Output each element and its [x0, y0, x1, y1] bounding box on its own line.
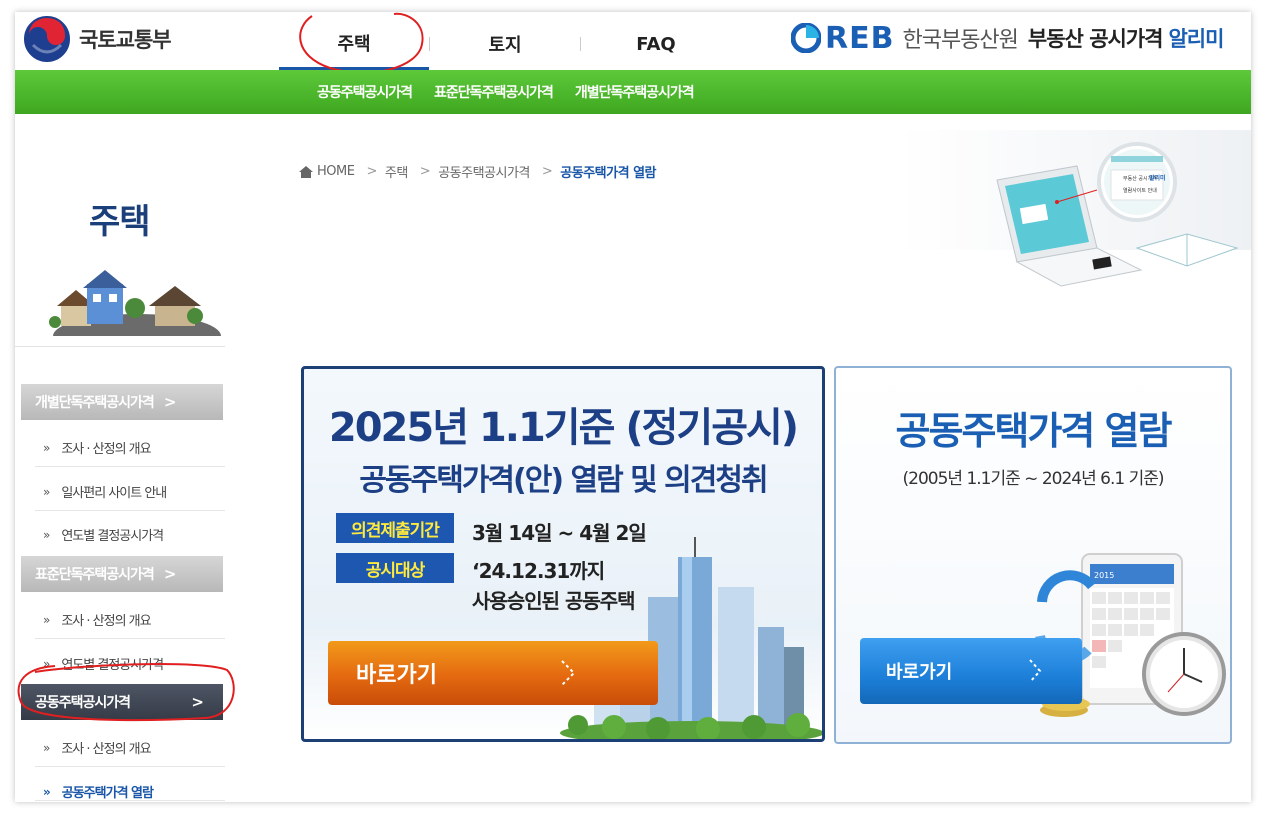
header: 국토교통부 주택 토지 FAQ REB 한국부동산원 부동산 공시가격 알리미 — [15, 12, 1251, 74]
notice-title: 2025년 1.1기준 (정기공시) — [328, 405, 799, 451]
breadcrumb-current: 공동주택가격 열람 — [560, 166, 656, 181]
sidebar-item-survey-overview[interactable]: » 조사 · 산정의 개요 — [43, 610, 152, 630]
subnav-individual-house-price[interactable]: 개별단독주택공시가격 — [575, 82, 695, 102]
sidebar-item-label: 일사편리 사이트 안내 — [61, 486, 167, 501]
bullet-icon: » — [43, 656, 50, 671]
sidebar-group-individual-house[interactable]: 개별단독주택공시가격 > — [21, 384, 223, 420]
sidebar-group-standard-house[interactable]: 표준단독주택공시가격 > — [21, 556, 223, 592]
sidebar-title: 주택 — [89, 202, 151, 242]
sidebar-group-label: 표준단독주택공시가격 — [35, 567, 155, 583]
notice-go-button-label: 바로가기 — [356, 663, 437, 688]
breadcrumb: HOME > 주택 > 공동주택공시가격 > 공동주택가격 열람 — [299, 162, 656, 181]
notice-go-button[interactable]: 바로가기 — [328, 641, 658, 705]
view-go-button[interactable]: 바로가기 — [860, 638, 1082, 704]
bullet-icon: » — [43, 784, 51, 799]
chevron-right-icon: > — [191, 693, 204, 711]
reb-org-name: 한국부동산원 — [902, 28, 1018, 53]
sidebar-item-label: 조사 · 산정의 개요 — [61, 742, 151, 757]
ministry-name: 국토교통부 — [79, 28, 172, 52]
bullet-icon: » — [43, 612, 50, 627]
reb-letters: REB — [825, 20, 895, 56]
service-title: 부동산 공시가격 — [1027, 27, 1164, 51]
chevron-right-icon — [1029, 659, 1042, 683]
sidebar-item-label: 연도별 결정공시가격 — [61, 658, 164, 673]
chevron-right-icon: > — [163, 565, 177, 583]
city-buildings-illustration — [560, 537, 822, 739]
bullet-icon: » — [43, 527, 50, 542]
sidebar-separator — [35, 510, 225, 511]
chevron-right-icon: > — [163, 393, 177, 411]
sidebar-item-yearly-price[interactable]: » 연도별 결정공시가격 — [43, 525, 164, 545]
bullet-icon: » — [43, 440, 50, 455]
breadcrumb-home[interactable]: HOME — [317, 164, 355, 179]
reb-brand[interactable]: REB 한국부동산원 부동산 공시가격 알리미 — [791, 18, 1224, 58]
label-period: 의견제출기간 — [336, 513, 454, 543]
sidebar-item-yearly-price[interactable]: » 연도별 결정공시가격 — [43, 654, 164, 674]
main-nav: 주택 토지 FAQ — [279, 12, 731, 70]
laptop-screen-guide: 열람사이트 안내 — [1123, 187, 1157, 194]
breadcrumb-apartment-price[interactable]: 공동주택공시가격 — [438, 162, 530, 181]
bullet-icon: » — [43, 740, 50, 755]
view-go-button-label: 바로가기 — [886, 662, 953, 683]
reb-logo-icon — [791, 23, 821, 53]
breadcrumb-separator: > — [419, 164, 431, 179]
label-target: 공시대상 — [336, 553, 454, 583]
breadcrumb-separator: > — [541, 164, 553, 179]
sidebar-separator — [35, 766, 225, 767]
sidebar-item-label: 공동주택가격 열람 — [61, 786, 154, 801]
nav-tab-housing[interactable]: 주택 — [279, 12, 429, 70]
calendar-year: 2015 — [1094, 571, 1114, 580]
sidebar-item-ilsa-site[interactable]: » 일사편리 사이트 안내 — [43, 482, 167, 502]
sidebar-separator — [35, 800, 225, 801]
page-frame: 국토교통부 주택 토지 FAQ REB 한국부동산원 부동산 공시가격 알리미 … — [15, 12, 1251, 802]
chevron-right-icon — [561, 660, 576, 686]
sidebar-divider — [15, 346, 225, 347]
nav-tab-faq[interactable]: FAQ — [581, 12, 731, 70]
service-app-name: 알리미 — [1168, 27, 1224, 51]
subnav-standard-house-price[interactable]: 표준단독주택공시가격 — [434, 82, 554, 102]
sidebar-group-apartment-price[interactable]: 공동주택공시가격 > — [21, 684, 223, 720]
view-card: 공동주택가격 열람 (2005년 1.1기준 ~ 2024년 6.1 기준) 2… — [834, 366, 1232, 744]
sidebar: 주택 개별단독주택공시가격 > » 조사 · 산정의 개요 » 일사편리 사이트… — [15, 114, 235, 802]
bullet-icon: » — [43, 484, 50, 499]
houses-illustration — [49, 270, 221, 336]
nav-tab-land[interactable]: 토지 — [430, 12, 580, 70]
sidebar-separator — [35, 466, 225, 467]
taegeuk-logo-icon — [24, 16, 70, 62]
breadcrumb-housing[interactable]: 주택 — [385, 162, 408, 181]
sidebar-separator — [35, 638, 225, 639]
ministry-logo[interactable]: 국토교통부 — [23, 16, 172, 62]
sidebar-item-survey-overview[interactable]: » 조사 · 산정의 개요 — [43, 438, 152, 458]
view-title: 공동주택가격 열람 — [895, 409, 1173, 453]
breadcrumb-separator: > — [366, 164, 377, 179]
laptop-screen-app: 알리미 — [1149, 174, 1166, 182]
notice-subtitle: 공동주택가격(안) 열람 및 의견청취 — [359, 463, 768, 498]
sidebar-group-label: 개별단독주택공시가격 — [35, 395, 155, 411]
sidebar-item-survey-overview[interactable]: » 조사 · 산정의 개요 — [43, 738, 152, 758]
sidebar-item-label: 조사 · 산정의 개요 — [61, 442, 151, 457]
sidebar-item-apartment-view[interactable]: » 공동주택가격 열람 — [43, 782, 154, 802]
sidebar-group-label: 공동주택공시가격 — [35, 695, 131, 711]
view-subtitle: (2005년 1.1기준 ~ 2024년 6.1 기준) — [902, 469, 1165, 489]
home-icon — [299, 165, 313, 178]
notice-card: 2025년 1.1기준 (정기공시) 공동주택가격(안) 열람 및 의견청취 의… — [301, 366, 825, 742]
sidebar-item-label: 조사 · 산정의 개요 — [61, 614, 151, 629]
sidebar-item-label: 연도별 결정공시가격 — [61, 529, 164, 544]
sub-nav-bar: 공동주택공시가격 표준단독주택공시가격 개별단독주택공시가격 — [15, 70, 1251, 114]
laptop-illustration: 부동산 공시가격 알리미 열람사이트 안내 — [897, 130, 1251, 287]
subnav-apartment-price[interactable]: 공동주택공시가격 — [317, 82, 413, 102]
